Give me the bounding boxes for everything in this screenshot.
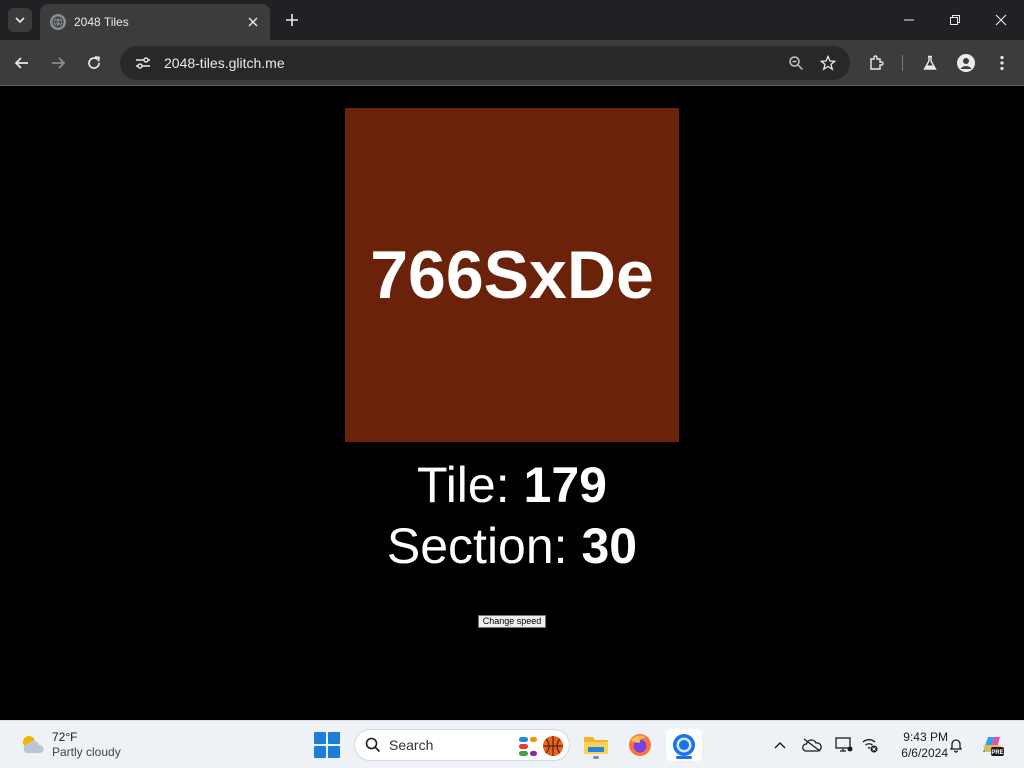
- plus-icon: [286, 14, 298, 26]
- close-window-button[interactable]: [978, 0, 1024, 40]
- taskbar: 72°F Partly cloudy Search 9:43 PM 6/6/20…: [0, 720, 1024, 768]
- notifications-button[interactable]: [944, 733, 968, 757]
- url-text[interactable]: 2048-tiles.glitch.me: [164, 55, 778, 71]
- network-tray-button[interactable]: [858, 733, 882, 757]
- weather-widget[interactable]: 72°F Partly cloudy: [12, 725, 154, 765]
- show-hidden-icons-button[interactable]: [768, 733, 792, 757]
- tab-strip: 2048 Tiles: [0, 0, 1024, 40]
- back-button[interactable]: [6, 47, 38, 79]
- minimize-icon: [904, 19, 914, 21]
- address-bar[interactable]: 2048-tiles.glitch.me: [120, 46, 850, 80]
- globe-icon: [50, 14, 66, 30]
- weather-temperature: 72°F: [52, 730, 78, 744]
- tab-title: 2048 Tiles: [74, 15, 129, 29]
- section-label: Section:: [386, 518, 568, 574]
- section-number: 30: [581, 518, 638, 574]
- web-page: 766SxDe Tile: 179 Section: 30 Change spe…: [0, 87, 1024, 720]
- browser-toolbar: 2048-tiles.glitch.me: [0, 40, 1024, 86]
- section-info: Section: 30: [0, 516, 1024, 576]
- onedrive-icon: [802, 738, 822, 752]
- bookmark-button[interactable]: [814, 49, 842, 77]
- file-explorer-icon: [584, 737, 608, 754]
- extensions-button[interactable]: [860, 47, 892, 79]
- svg-text:PRE: PRE: [991, 750, 1003, 756]
- tile: 766SxDe: [345, 108, 679, 442]
- clock-time: 9:43 PM: [903, 730, 948, 744]
- tab-list-icon: [15, 17, 25, 24]
- chevron-up-icon: [774, 742, 786, 749]
- firefox-icon: [629, 734, 651, 756]
- taskbar-search[interactable]: Search: [354, 729, 570, 761]
- profile-button[interactable]: [950, 47, 982, 79]
- forward-icon: [52, 57, 66, 69]
- reload-button[interactable]: [78, 47, 110, 79]
- copilot-widget-icon: [519, 736, 563, 756]
- profile-icon: [957, 54, 975, 72]
- site-info-icon: [136, 57, 150, 69]
- close-icon: [995, 14, 1007, 26]
- clock-date: 6/6/2024: [901, 746, 948, 760]
- menu-icon: [1000, 55, 1004, 71]
- forward-button[interactable]: [42, 47, 74, 79]
- tile-label: Tile:: [417, 457, 510, 513]
- zoom-button[interactable]: [782, 49, 810, 77]
- copilot-button[interactable]: PRE: [978, 731, 1006, 759]
- labs-icon: [923, 55, 937, 70]
- start-button[interactable]: [314, 732, 340, 758]
- file-explorer-taskbar-button[interactable]: [578, 729, 614, 761]
- site-info-button[interactable]: [128, 50, 158, 76]
- new-tab-button[interactable]: [280, 8, 304, 32]
- change-speed-button[interactable]: Change speed: [478, 615, 546, 628]
- firefox-taskbar-button[interactable]: [622, 729, 658, 761]
- minimize-button[interactable]: [886, 0, 932, 40]
- restore-icon: [950, 15, 960, 25]
- bell-icon: [949, 739, 963, 753]
- weather-condition: Partly cloudy: [52, 745, 121, 759]
- close-tab-button[interactable]: [244, 13, 262, 31]
- chrome-taskbar-button[interactable]: [666, 729, 702, 761]
- onedrive-tray-button[interactable]: [800, 733, 824, 757]
- reload-icon: [88, 56, 100, 69]
- network-icon: [862, 739, 878, 753]
- star-icon: [820, 55, 836, 71]
- browser-menu-button[interactable]: [986, 47, 1018, 79]
- tile-code: 766SxDe: [370, 237, 654, 313]
- restore-button[interactable]: [932, 0, 978, 40]
- copilot-icon: PRE: [983, 737, 1004, 756]
- windows-start-icon: [314, 732, 326, 744]
- tile-number: 179: [523, 457, 607, 513]
- tab-2048-tiles[interactable]: 2048 Tiles: [40, 4, 270, 40]
- close-icon: [248, 17, 258, 27]
- tab-list-button[interactable]: [8, 8, 32, 32]
- back-icon: [14, 57, 28, 69]
- labs-button[interactable]: [914, 47, 946, 79]
- display-tray-button[interactable]: [832, 733, 856, 757]
- extensions-icon: [870, 55, 884, 70]
- tile-info: Tile: 179: [0, 455, 1024, 515]
- taskbar-clock[interactable]: 9:43 PM 6/6/2024: [884, 729, 948, 761]
- toolbar-divider: [902, 55, 903, 71]
- display-icon: [835, 737, 853, 752]
- chrome-icon: [673, 734, 695, 756]
- weather-icon: [23, 736, 44, 753]
- search-icon: [365, 737, 381, 753]
- zoom-icon: [789, 56, 804, 71]
- search-placeholder: Search: [389, 737, 434, 753]
